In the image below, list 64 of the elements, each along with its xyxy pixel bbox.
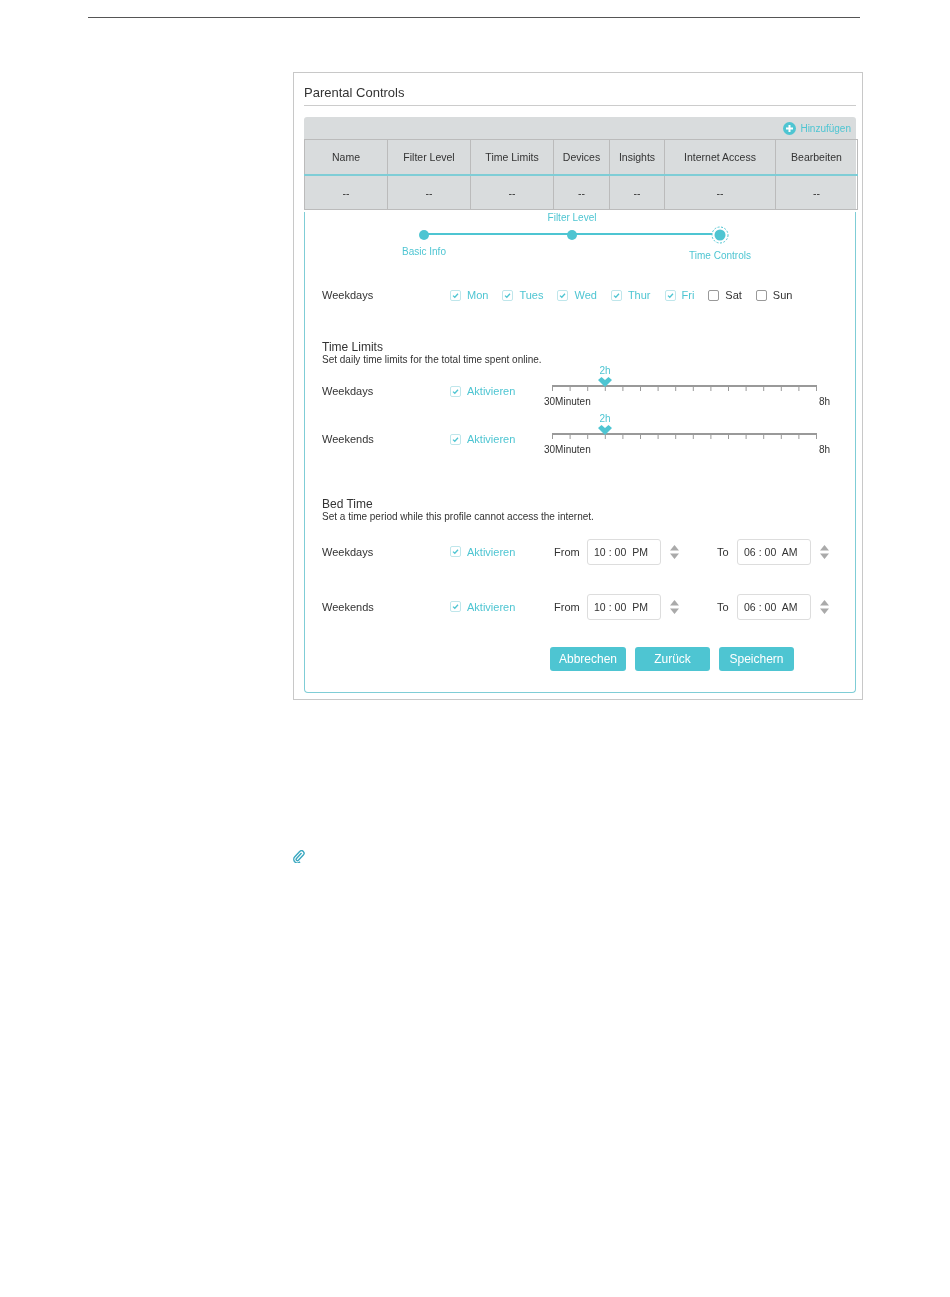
time-field[interactable]: 06 : 00 AM <box>737 593 811 620</box>
time-label: From <box>554 600 581 613</box>
spinner-icon[interactable] <box>670 544 679 559</box>
time-label: From <box>554 545 581 558</box>
column-header: Filter Level <box>387 139 471 175</box>
row-label: Weekends <box>322 433 375 445</box>
section-title: Bed Time <box>321 497 374 511</box>
checkbox[interactable] <box>708 289 720 301</box>
checkbox-label: Sun <box>772 289 793 301</box>
checkbox-label: Aktivieren <box>467 545 516 558</box>
column-header: Insights <box>609 139 665 175</box>
slider-thumb[interactable] <box>598 377 612 387</box>
slider-track[interactable] <box>552 433 818 439</box>
checkbox-label: Sat <box>725 289 742 301</box>
row-label: Weekdays <box>322 545 375 558</box>
time-field[interactable]: 06 : 00 AM <box>737 538 811 565</box>
step-label: Time Controls <box>689 250 751 261</box>
checkbox-label: Mon <box>467 289 489 301</box>
slider-track[interactable] <box>552 385 818 391</box>
checkbox-label: Fri <box>681 289 695 301</box>
time-label: To <box>717 600 730 613</box>
section-description: Set daily time limits for the total time spent online. <box>321 354 543 365</box>
slider-value: 2h <box>598 365 612 376</box>
table-cell: -- <box>304 175 388 210</box>
checkbox-label: Tues <box>519 289 544 301</box>
plus-icon <box>783 121 797 135</box>
slider-min-label: 30Minuten <box>544 396 591 407</box>
column-header: Devices <box>553 139 610 175</box>
column-header: Bearbeiten <box>775 139 858 175</box>
slider-value: 2h <box>598 413 612 424</box>
row-label: Weekends <box>322 600 375 613</box>
row-label: Weekdays <box>322 289 375 301</box>
time-field[interactable]: 10 : 00 PM <box>587 593 661 620</box>
checkbox-label: Aktivieren <box>467 385 516 397</box>
section-description: Set a time period while this profile cannot access the internet. <box>321 511 595 522</box>
paperclip-icon <box>293 850 305 863</box>
section-title: Time Limits <box>321 340 384 354</box>
row-label: Weekdays <box>322 385 375 397</box>
panel-title: Parental Controls <box>304 85 856 106</box>
spinner-icon[interactable] <box>820 599 829 614</box>
table-cell: -- <box>470 175 554 210</box>
table-cell: -- <box>609 175 665 210</box>
table-cell: -- <box>387 175 471 210</box>
time-field[interactable]: 10 : 00 PM <box>587 538 661 565</box>
checkbox-label: Wed <box>574 289 597 301</box>
time-label: To <box>717 545 730 558</box>
checkbox[interactable] <box>755 289 767 301</box>
table-cell: -- <box>664 175 776 210</box>
slider-max-label: 8h <box>818 444 830 455</box>
column-header: Name <box>304 139 388 175</box>
step-label: Filter Level <box>547 212 597 223</box>
slider-max-label: 8h <box>818 396 830 407</box>
step-label: Basic Info <box>402 246 446 257</box>
slider-thumb[interactable] <box>598 425 612 435</box>
checkbox-label: Aktivieren <box>467 600 516 613</box>
column-header: Time Limits <box>470 139 554 175</box>
table-cell: -- <box>553 175 610 210</box>
column-header: Internet Access <box>664 139 776 175</box>
slider-min-label: 30Minuten <box>544 444 591 455</box>
checkbox-label: Aktivieren <box>467 433 516 445</box>
checkbox-label: Thur <box>627 289 651 301</box>
spinner-icon[interactable] <box>820 544 829 559</box>
table-cell: -- <box>775 175 858 210</box>
spinner-icon[interactable] <box>670 599 679 614</box>
